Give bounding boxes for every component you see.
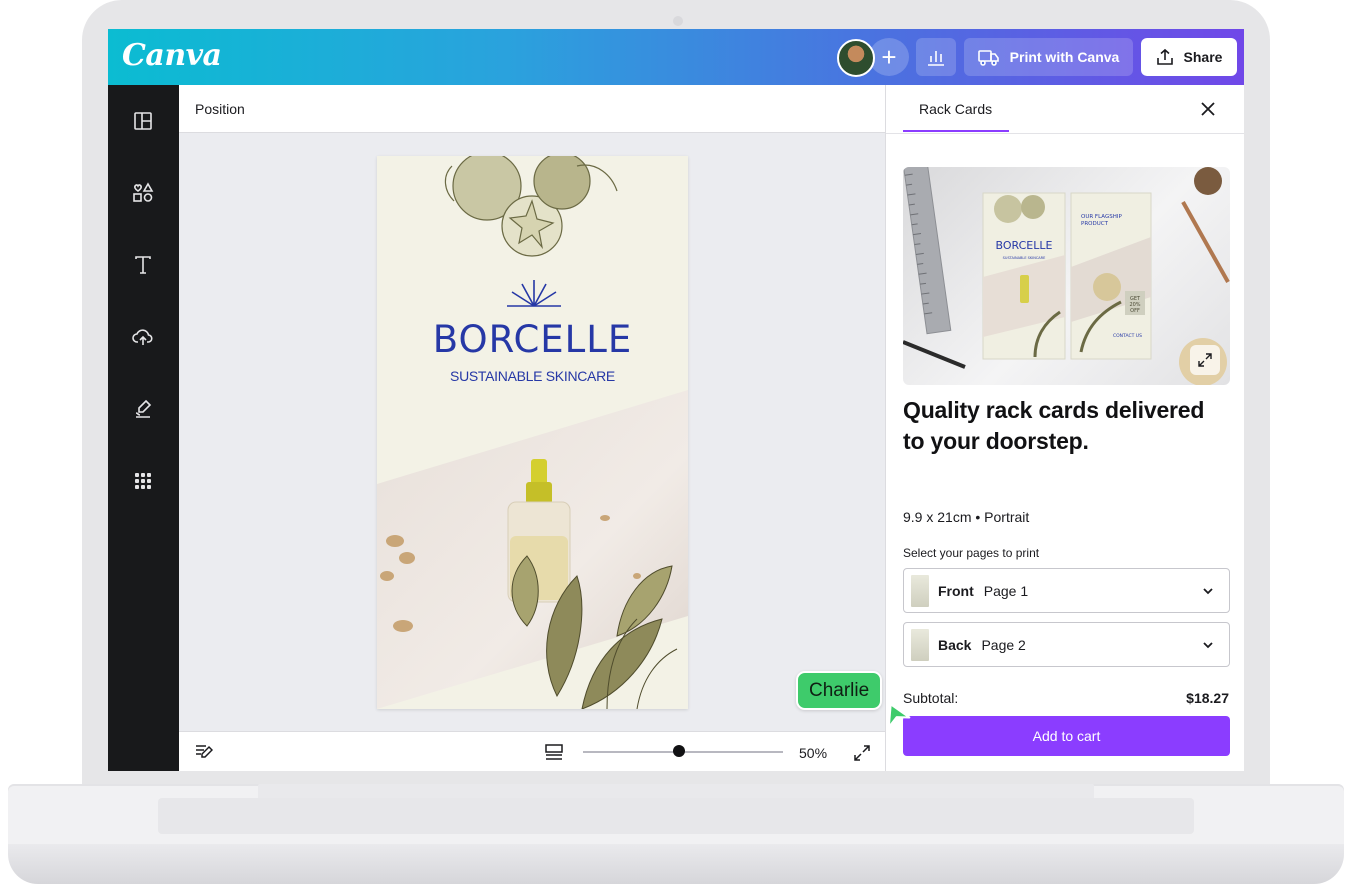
back-page-thumbnail bbox=[911, 628, 929, 661]
tab-underline bbox=[903, 130, 1009, 132]
laptop-base bbox=[8, 784, 1344, 884]
add-to-cart-button[interactable]: Add to cart bbox=[903, 716, 1230, 756]
elements-icon[interactable] bbox=[131, 181, 155, 205]
print-with-canva-button[interactable]: Print with Canva bbox=[964, 38, 1133, 76]
draw-icon[interactable] bbox=[131, 397, 155, 421]
insights-button[interactable] bbox=[916, 38, 956, 76]
preview-flagship-line1: OUR FLAGSHIP bbox=[1081, 214, 1122, 220]
avatar[interactable] bbox=[837, 39, 875, 77]
editor-footer: 50% bbox=[179, 731, 885, 771]
truck-icon bbox=[977, 50, 999, 66]
panel-divider bbox=[886, 133, 1244, 134]
front-page-thumbnail bbox=[911, 574, 929, 607]
upload-icon[interactable] bbox=[131, 325, 155, 349]
front-page-select[interactable]: Front Page 1 bbox=[903, 568, 1230, 613]
chevron-down-icon bbox=[1203, 588, 1213, 595]
laptop-keyboard bbox=[158, 798, 1194, 834]
top-bar: Canva + Print with Canva Share bbox=[108, 29, 1244, 85]
design-canvas[interactable]: BORCELLE SUSTAINABLE SKINCARE bbox=[377, 156, 688, 709]
layout-icon[interactable] bbox=[131, 109, 155, 133]
share-button[interactable]: Share bbox=[1141, 38, 1237, 76]
laptop-base-bottom bbox=[8, 844, 1344, 884]
laptop-camera bbox=[673, 16, 683, 26]
share-icon bbox=[1156, 48, 1173, 65]
panel-headline: Quality rack cards delivered to your doo… bbox=[903, 397, 1205, 454]
editor-area: Position BORCELLE SUSTAINABLE SKINCARE 5… bbox=[179, 85, 885, 771]
expand-icon bbox=[1198, 353, 1212, 367]
preview-brand-text: BORCELLE bbox=[996, 239, 1053, 252]
preview-contact-text: CONTACT US bbox=[1113, 333, 1142, 339]
tab-rack-cards[interactable]: Rack Cards bbox=[919, 101, 992, 117]
front-label: Front bbox=[938, 582, 974, 599]
select-pages-label: Select your pages to print bbox=[903, 546, 1040, 560]
preview-illustration: BORCELLE SUSTAINABLE SKINCARE OUR FLAGSH… bbox=[903, 167, 1230, 385]
share-button-label: Share bbox=[1183, 49, 1223, 65]
design-brand-title[interactable]: BORCELLE bbox=[377, 318, 688, 361]
sidebar bbox=[108, 85, 179, 771]
design-illustration bbox=[377, 156, 688, 709]
fruit-illustration bbox=[444, 156, 618, 257]
notes-icon[interactable] bbox=[195, 744, 213, 760]
app-screen: Canva + Print with Canva Share Position … bbox=[108, 29, 1244, 771]
preview-flagship-line2: PRODUCT bbox=[1081, 221, 1109, 227]
design-tagline[interactable]: SUSTAINABLE SKINCARE bbox=[377, 368, 688, 384]
product-preview-image: BORCELLE SUSTAINABLE SKINCARE OUR FLAGSH… bbox=[903, 167, 1230, 385]
back-label: Back bbox=[938, 636, 972, 653]
zoom-value[interactable]: 50% bbox=[799, 745, 827, 761]
zoom-slider-handle[interactable] bbox=[673, 745, 685, 757]
print-panel: Rack Cards BORCELLE SUSTAINABLE SKINCARE… bbox=[885, 85, 1244, 771]
chevron-down-icon bbox=[1203, 642, 1213, 649]
text-icon[interactable] bbox=[131, 253, 155, 277]
subtotal-value: $18.27 bbox=[1186, 690, 1229, 706]
print-button-label: Print with Canva bbox=[1009, 49, 1120, 65]
position-button[interactable]: Position bbox=[195, 101, 245, 117]
laptop-keyboard-edge bbox=[258, 784, 1094, 798]
back-page-select[interactable]: Back Page 2 bbox=[903, 622, 1230, 667]
sun-rays-icon bbox=[507, 280, 561, 307]
editor-toolbar: Position bbox=[179, 85, 885, 133]
add-collaborator-button[interactable]: + bbox=[869, 38, 909, 76]
preview-offer-line3: OFF bbox=[1130, 308, 1140, 314]
canva-logo[interactable]: Canva bbox=[122, 38, 222, 73]
bar-chart-icon bbox=[928, 51, 944, 66]
cursor-pointer-icon bbox=[887, 703, 911, 729]
preview-tagline-text: SUSTAINABLE SKINCARE bbox=[1003, 256, 1046, 260]
product-dimensions: 9.9 x 21cm • Portrait bbox=[903, 509, 1030, 525]
collaborator-cursor-label: Charlie bbox=[796, 671, 883, 710]
close-icon[interactable] bbox=[1199, 100, 1217, 118]
back-page-value: Page 2 bbox=[981, 636, 1026, 653]
apps-icon[interactable] bbox=[131, 469, 155, 493]
front-page-value: Page 1 bbox=[983, 582, 1029, 599]
page-view-icon[interactable] bbox=[544, 744, 564, 760]
expand-preview-button[interactable] bbox=[1190, 345, 1220, 375]
fullscreen-icon[interactable] bbox=[854, 745, 870, 761]
plus-icon: + bbox=[881, 41, 897, 72]
